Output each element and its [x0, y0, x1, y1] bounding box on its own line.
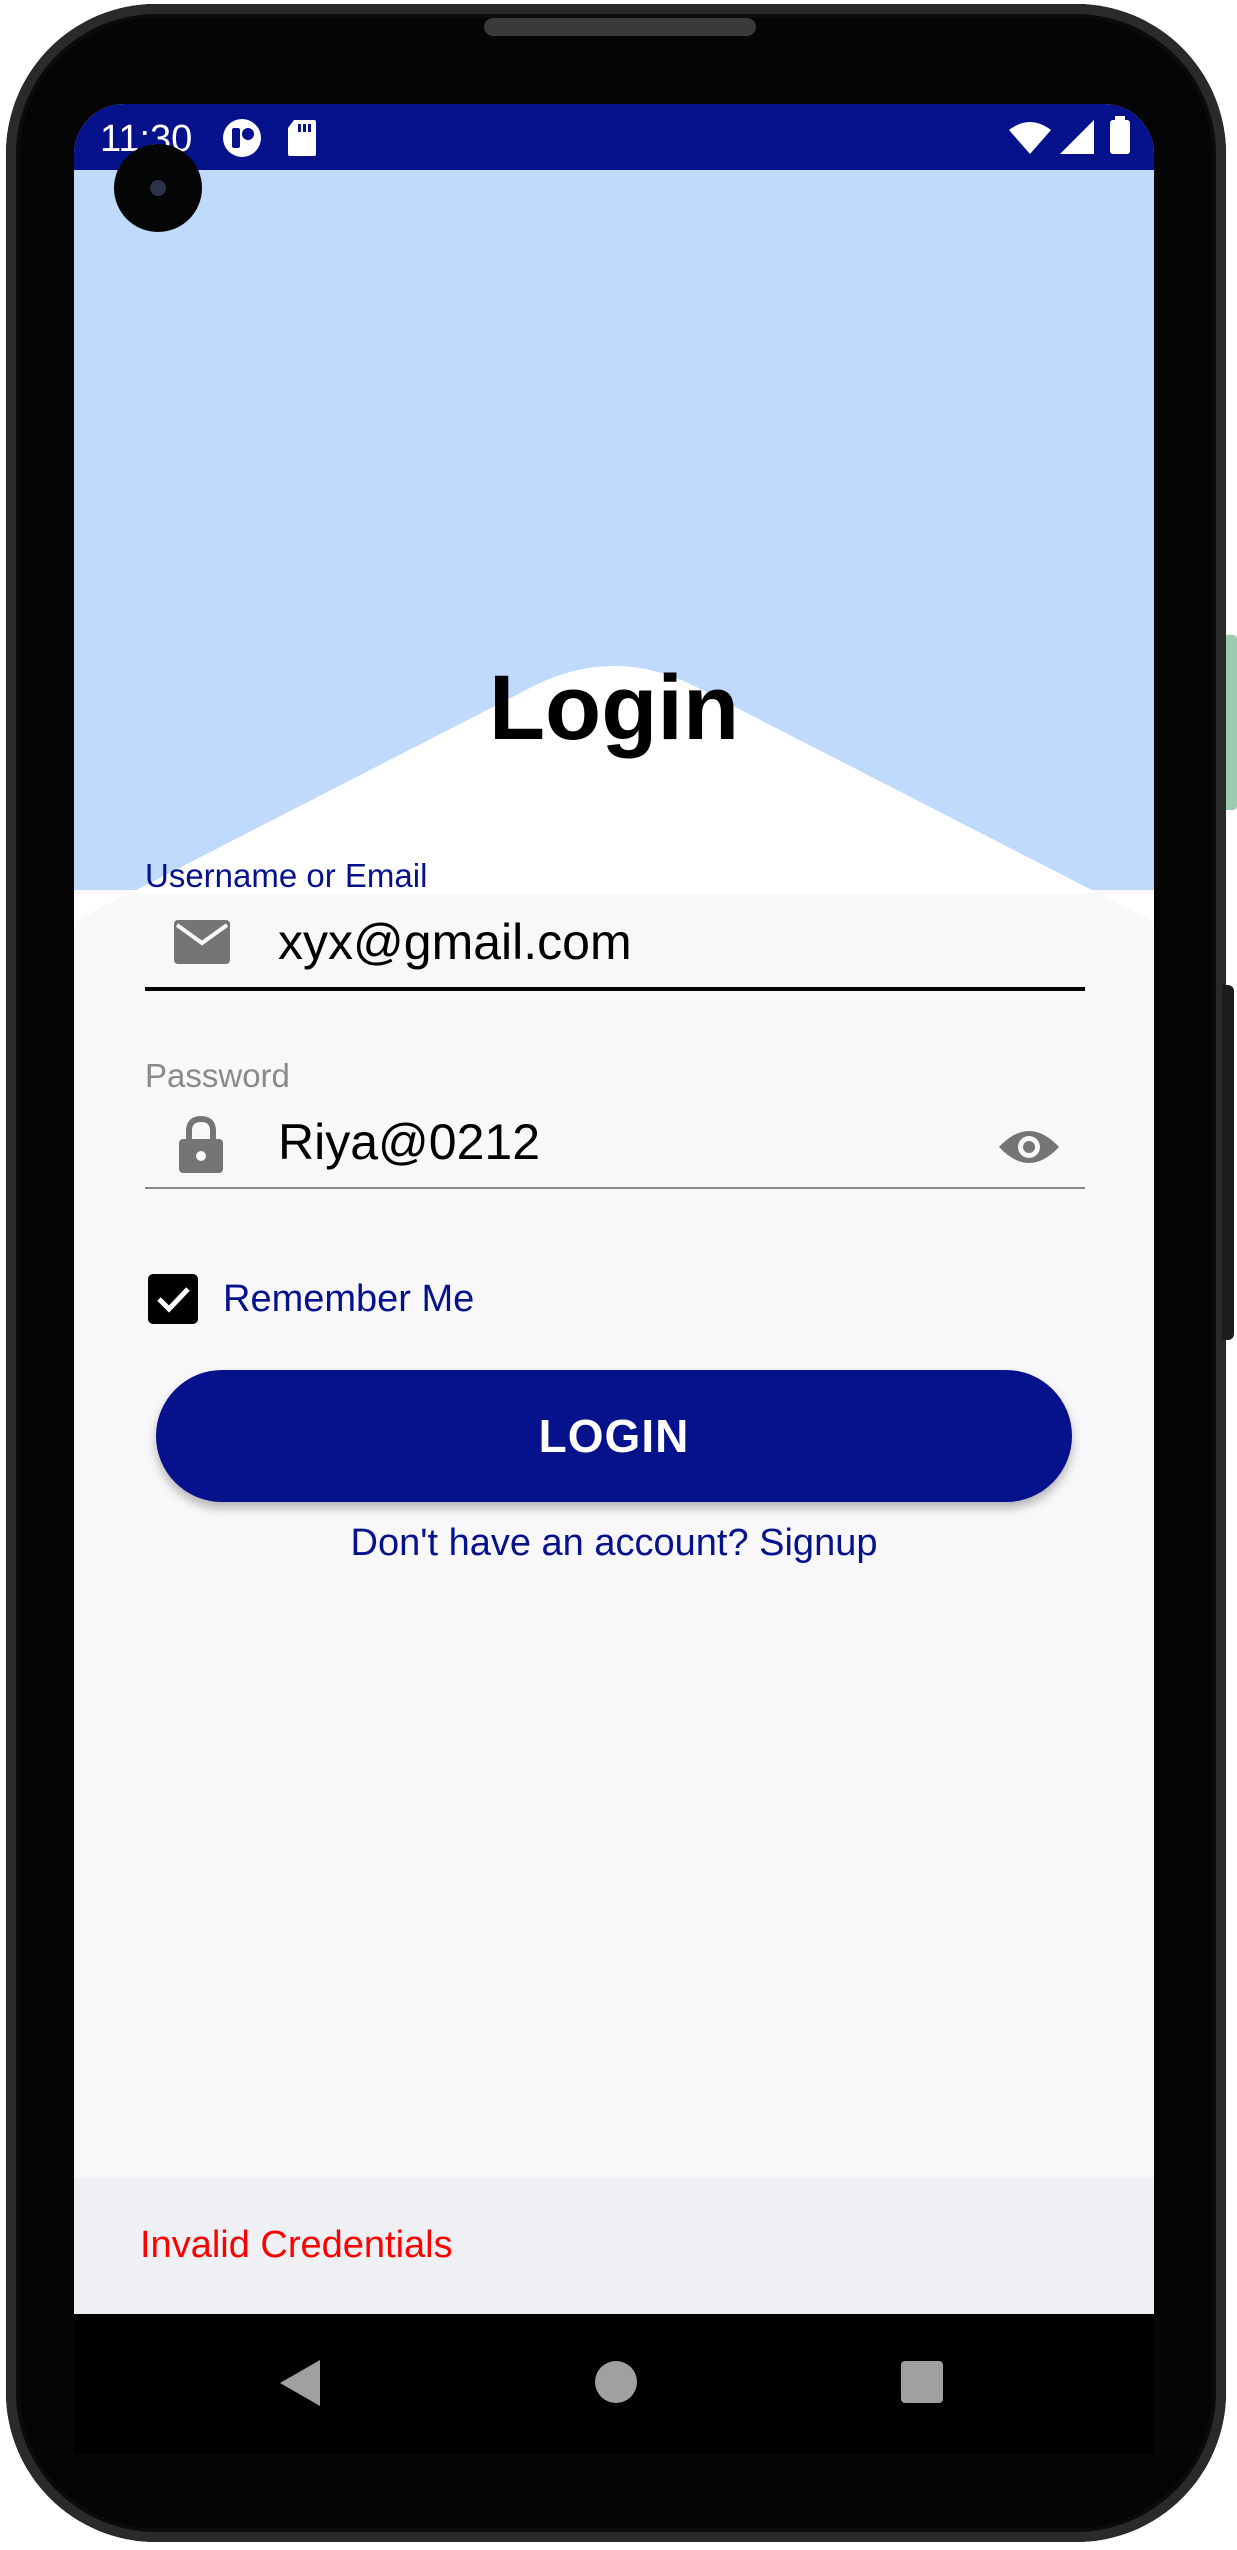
- password-underline: [145, 1187, 1085, 1189]
- system-nav-bar: [74, 2314, 1154, 2454]
- battery-icon: [1108, 116, 1132, 161]
- lock-icon: [177, 1115, 225, 1180]
- status-bar: 11:30: [74, 104, 1154, 170]
- password-label: Password: [145, 1057, 290, 1094]
- sd-card-icon: [286, 118, 318, 163]
- remember-me-row[interactable]: Remember Me: [148, 1274, 548, 1330]
- username-input[interactable]: xyx@gmail.com: [278, 913, 632, 971]
- home-icon[interactable]: [594, 2360, 638, 2409]
- remember-me-checkbox[interactable]: [148, 1274, 198, 1324]
- eye-icon[interactable]: [997, 1125, 1061, 1174]
- password-field[interactable]: Password Riya@0212: [145, 1057, 1085, 1197]
- app-screen: 11:30 Login Username or Email xyx@gmail.…: [74, 104, 1154, 2314]
- remember-me-label[interactable]: Remember Me: [223, 1278, 474, 1321]
- wifi-icon: [1008, 120, 1052, 161]
- snackbar: Invalid Credentials: [74, 2178, 1154, 2314]
- signup-link[interactable]: Don't have an account? Signup: [74, 1522, 1154, 1565]
- username-label: Username or Email: [145, 857, 428, 894]
- speaker-grille: [484, 18, 756, 36]
- front-camera: [114, 144, 202, 232]
- login-button[interactable]: LOGIN: [156, 1370, 1072, 1502]
- username-underline: [145, 987, 1085, 991]
- check-icon: [157, 1287, 190, 1313]
- password-input[interactable]: Riya@0212: [278, 1113, 540, 1171]
- power-button[interactable]: [1222, 985, 1234, 1340]
- signal-icon: [1058, 118, 1096, 161]
- username-field[interactable]: Username or Email xyx@gmail.com: [145, 857, 1085, 997]
- recents-icon[interactable]: [900, 2360, 944, 2409]
- back-icon[interactable]: [278, 2358, 322, 2413]
- page-title: Login: [488, 657, 740, 759]
- camera-lens: [150, 180, 166, 196]
- envelope-icon: [173, 919, 231, 970]
- snackbar-message: Invalid Credentials: [140, 2224, 453, 2266]
- header-background: [74, 170, 1154, 990]
- t-app-icon: [222, 118, 262, 163]
- side-button-accent: [1226, 635, 1237, 810]
